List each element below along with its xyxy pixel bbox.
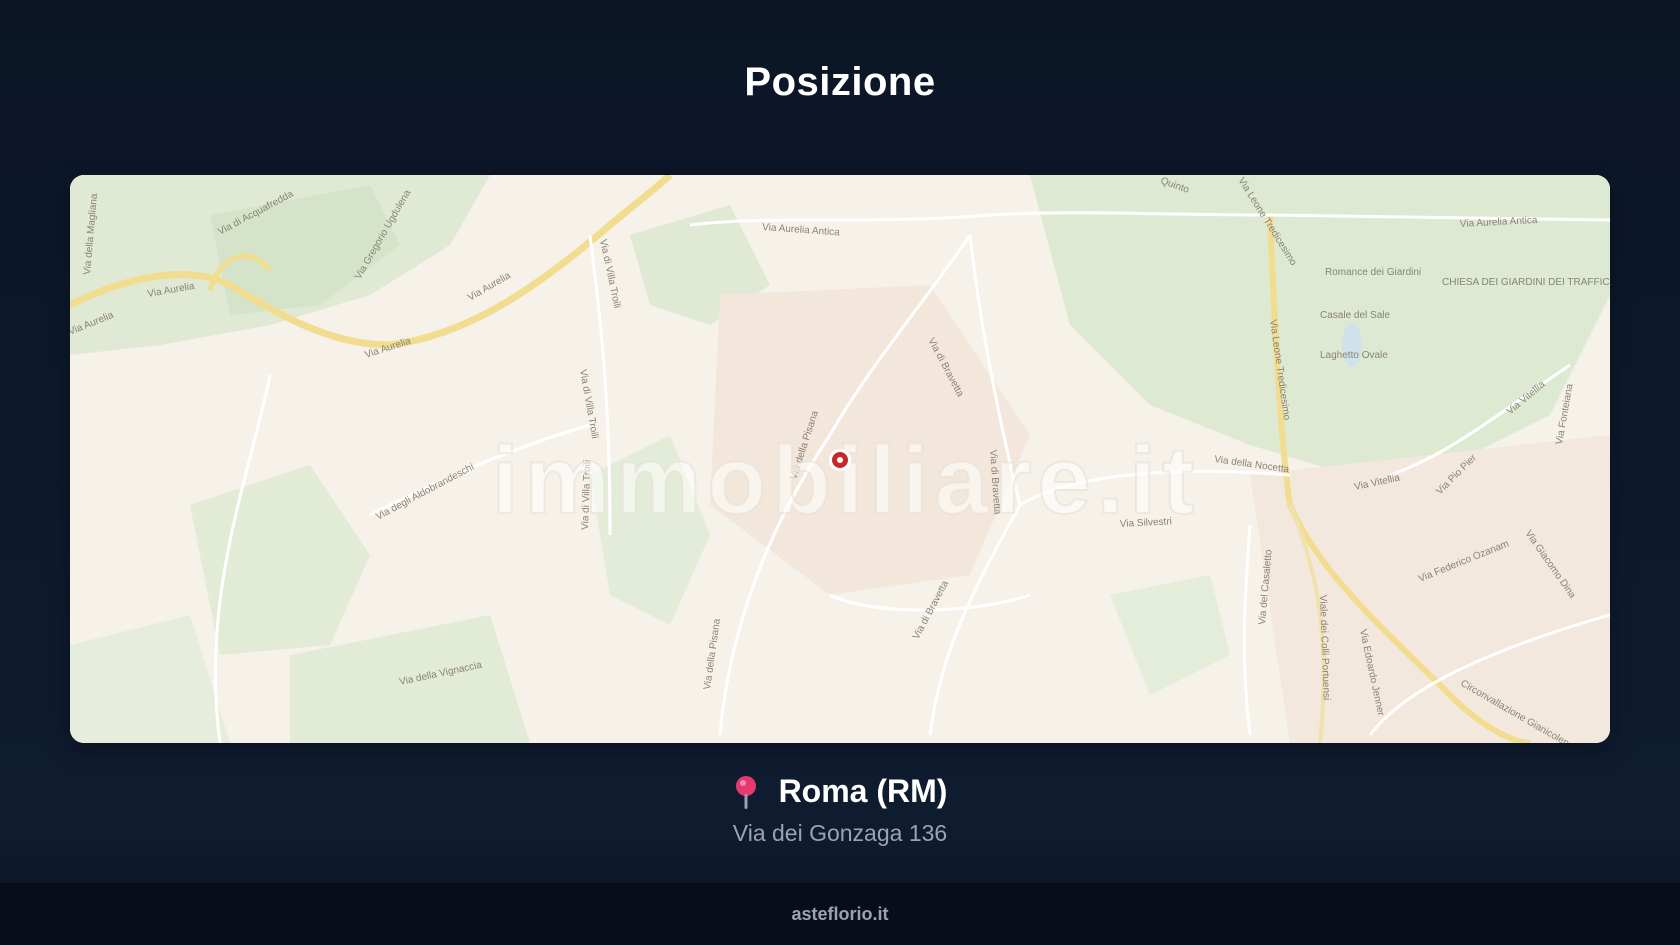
map-view[interactable]: Via della Magliana Via di Acquafredda Vi… (70, 175, 1610, 743)
footer-brand[interactable]: asteflorio.it (791, 904, 888, 925)
poi-label: CHIESA DEI GIARDINI DEI TRAFFIC (1442, 277, 1610, 288)
location-heading: Roma (RM) (0, 773, 1680, 810)
footer: asteflorio.it (0, 883, 1680, 945)
location-city: Roma (RM) (778, 773, 948, 809)
poi-label: Romance dei Giardini (1325, 267, 1421, 278)
map-pin-icon (733, 774, 759, 810)
map-canvas[interactable]: Via della Magliana Via di Acquafredda Vi… (70, 175, 1610, 743)
section-title: Posizione (744, 60, 936, 104)
poi-label: Laghetto Ovale (1320, 350, 1388, 361)
urban-area (1250, 435, 1610, 743)
poi-label: Casale del Sale (1320, 310, 1390, 321)
location-marker-icon[interactable] (829, 449, 851, 471)
map-watermark: immobiliare.it (492, 427, 1200, 534)
location-address: Via dei Gonzaga 136 (732, 820, 948, 846)
